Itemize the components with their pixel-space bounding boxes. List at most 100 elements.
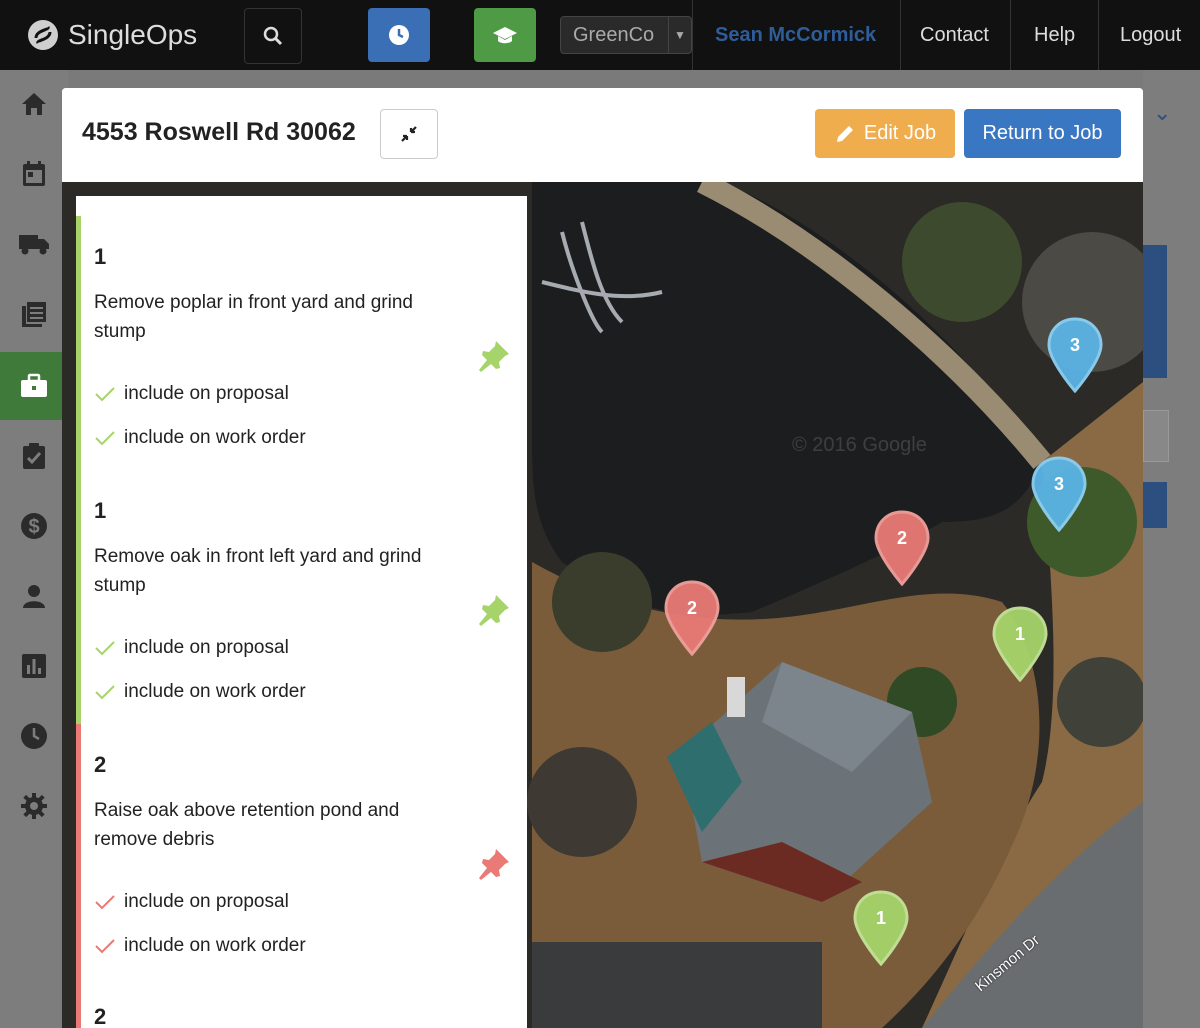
- svg-text:$: $: [28, 516, 39, 538]
- return-to-job-button[interactable]: Return to Job: [964, 109, 1121, 158]
- pushpin-icon[interactable]: [476, 338, 512, 374]
- sidebar-item-settings[interactable]: [0, 772, 68, 840]
- list-item[interactable]: 2 Raise oak above retention pond and rem…: [76, 724, 527, 978]
- singleops-logo-icon: [28, 20, 58, 50]
- map-pin[interactable]: 1: [992, 606, 1048, 682]
- truck-icon: [19, 235, 49, 255]
- checkbox-label: include on work order: [124, 427, 306, 448]
- background-input: [1143, 410, 1169, 462]
- checkmark-icon: [95, 939, 115, 954]
- pin-label: 1: [1015, 624, 1025, 644]
- sidebar-item-fleet[interactable]: [0, 210, 68, 278]
- map-modal: 4553 Roswell Rd 30062 Edit Job Return to…: [62, 88, 1143, 1028]
- list-item[interactable]: 1 Remove oak in front left yard and grin…: [76, 470, 527, 724]
- sidebar: $: [0, 70, 68, 1028]
- checkmark-icon: [95, 895, 115, 910]
- sidebar-item-lists[interactable]: [0, 280, 68, 348]
- edit-job-button[interactable]: Edit Job: [815, 109, 955, 158]
- chart-icon: [22, 654, 46, 678]
- help-link[interactable]: Help: [1034, 0, 1075, 70]
- item-color-bar: [76, 978, 81, 1028]
- sidebar-item-reports[interactable]: [0, 632, 68, 700]
- sidebar-item-tasks[interactable]: [0, 422, 68, 490]
- pin-label: 2: [897, 528, 907, 548]
- collapse-button[interactable]: [380, 109, 438, 159]
- item-description: Raise oak above retention pond and remov…: [94, 800, 400, 850]
- modal-title: 4553 Roswell Rd 30062: [82, 118, 356, 146]
- pushpin-icon[interactable]: [476, 846, 512, 882]
- checkbox-label: include on proposal: [124, 383, 289, 404]
- gear-icon: [21, 793, 47, 819]
- graduation-cap-icon: [493, 27, 517, 44]
- user-link[interactable]: Sean McCormick: [715, 0, 876, 70]
- list-item[interactable]: 2: [76, 978, 527, 1028]
- item-description: Remove oak in front left yard and grind …: [94, 546, 422, 596]
- logout-link[interactable]: Logout: [1120, 0, 1181, 70]
- background-panel: [1143, 245, 1167, 378]
- work-items-panel: 1 Remove poplar in front yard and grind …: [76, 196, 527, 1028]
- checkbox-label: include on proposal: [124, 637, 289, 658]
- sidebar-item-billing[interactable]: $: [0, 492, 68, 560]
- include-on-work-order[interactable]: include on work order: [94, 681, 306, 703]
- checkmark-icon: [95, 431, 115, 446]
- nav-divider: [1010, 0, 1011, 70]
- clock-icon: [389, 25, 409, 45]
- item-number: 2: [94, 752, 107, 777]
- contact-link[interactable]: Contact: [920, 0, 989, 70]
- pushpin-icon[interactable]: [476, 592, 512, 628]
- modal-header: 4553 Roswell Rd 30062 Edit Job Return to…: [62, 88, 1143, 183]
- brand-logo[interactable]: SingleOps: [26, 14, 197, 56]
- item-color-bar: [76, 216, 81, 470]
- sidebar-item-timesheets[interactable]: [0, 702, 68, 770]
- checkmark-icon: [95, 685, 115, 700]
- item-color-bar: [76, 724, 81, 978]
- item-description: Remove poplar in front yard and grind st…: [94, 292, 413, 342]
- checkbox-label: include on work order: [124, 935, 306, 956]
- include-on-proposal[interactable]: include on proposal: [94, 891, 289, 913]
- sidebar-item-jobs[interactable]: [0, 352, 68, 420]
- pin-label: 3: [1070, 335, 1080, 355]
- briefcase-icon: [21, 373, 47, 397]
- include-on-proposal[interactable]: include on proposal: [94, 637, 289, 659]
- compress-icon: [401, 126, 417, 142]
- map-pin[interactable]: 1: [853, 890, 909, 966]
- checkmark-icon: [95, 641, 115, 656]
- pin-label: 3: [1054, 474, 1064, 494]
- search-icon: [263, 26, 283, 46]
- clipboard-icon: [23, 443, 45, 469]
- list-item[interactable]: 1 Remove poplar in front yard and grind …: [76, 216, 527, 470]
- top-navbar: SingleOps GreenCo ▼ Sean McCormick Conta…: [0, 0, 1200, 70]
- sidebar-item-clients[interactable]: [0, 562, 68, 630]
- clock-icon: [21, 723, 47, 749]
- time-tracking-button[interactable]: [368, 8, 430, 62]
- company-select[interactable]: GreenCo ▼: [560, 16, 692, 54]
- map-pin[interactable]: 2: [874, 510, 930, 586]
- map-watermark: © 2016 Google: [792, 434, 927, 456]
- person-icon: [23, 585, 45, 608]
- sidebar-item-home[interactable]: [0, 70, 68, 138]
- include-on-work-order[interactable]: include on work order: [94, 935, 306, 957]
- item-number: 2: [94, 1004, 107, 1028]
- checkmark-icon: [95, 387, 115, 402]
- pencil-icon: [836, 125, 853, 142]
- map-pin[interactable]: 3: [1047, 317, 1103, 393]
- search-button[interactable]: [244, 8, 302, 64]
- item-color-bar: [76, 470, 81, 724]
- nav-divider: [900, 0, 901, 70]
- sidebar-item-calendar[interactable]: [0, 140, 68, 208]
- caret-down-icon: ▼: [668, 17, 691, 53]
- include-on-work-order[interactable]: include on work order: [94, 427, 306, 449]
- map-pin[interactable]: 2: [664, 580, 720, 656]
- list-icon: [22, 302, 46, 327]
- brand-name: SingleOps: [68, 19, 198, 50]
- home-icon: [22, 93, 46, 115]
- nav-divider: [1098, 0, 1099, 70]
- map-pin[interactable]: 3: [1031, 456, 1087, 532]
- include-on-proposal[interactable]: include on proposal: [94, 383, 289, 405]
- dollar-icon: $: [21, 513, 47, 539]
- pin-label: 2: [687, 598, 697, 618]
- company-name: GreenCo: [573, 23, 655, 46]
- training-button[interactable]: [474, 8, 536, 62]
- checkbox-label: include on proposal: [124, 891, 289, 912]
- edit-job-label: Edit Job: [863, 122, 937, 144]
